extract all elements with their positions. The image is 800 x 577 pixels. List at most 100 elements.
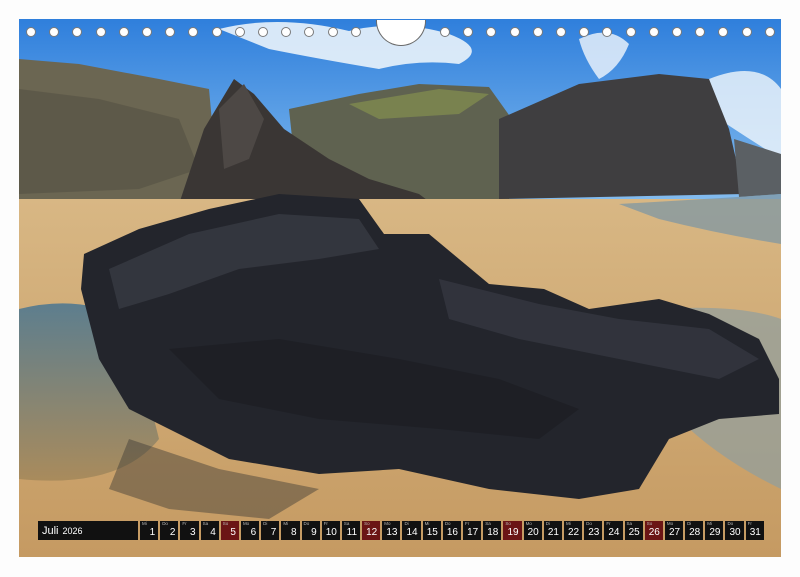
day-number: 20 xyxy=(527,527,539,538)
binding-hole xyxy=(486,27,497,37)
binding-hole xyxy=(304,27,315,37)
calendar-day: Mo 27 xyxy=(664,521,684,540)
calendar-day: Di 14 xyxy=(402,521,421,540)
calendar-day: Do 2 xyxy=(160,521,179,540)
binding-hole xyxy=(764,27,775,37)
day-number: 25 xyxy=(628,527,640,538)
day-number: 3 xyxy=(190,527,196,538)
binding-hole xyxy=(258,27,268,37)
calendar-day: Mo 6 xyxy=(240,521,260,540)
calendar-day: Mi 1 xyxy=(140,521,159,540)
weekday-label: Do xyxy=(303,521,310,526)
binding-hole xyxy=(142,27,152,37)
day-number: 11 xyxy=(346,527,358,538)
day-number: 7 xyxy=(270,527,277,538)
binding-hole xyxy=(165,27,176,37)
day-number: 26 xyxy=(648,527,660,538)
calendar-day: Mi 8 xyxy=(281,521,300,540)
calendar-day: Mi 29 xyxy=(705,521,724,540)
year: 2026 xyxy=(62,525,83,536)
binding-hole xyxy=(625,27,636,37)
binding-hole xyxy=(26,27,36,37)
binding-hole xyxy=(440,27,450,37)
calendar-day: Fr 31 xyxy=(745,521,764,540)
binding-hole xyxy=(211,27,222,37)
month-calendar-strip: Juli 2026 Mi 1 Do 2 Fr 3 Sa 4 So 5 Mo 6 Di 7 Mi 8 Do 9 Fr 1… xyxy=(38,521,764,540)
day-number: 30 xyxy=(729,527,741,538)
day-number: 16 xyxy=(446,527,458,538)
calendar-day: Fr 17 xyxy=(463,521,482,540)
calendar-day: Di 28 xyxy=(685,521,704,540)
binding-hole xyxy=(741,27,752,37)
calendar-day: Do 9 xyxy=(301,521,320,540)
day-number: 2 xyxy=(169,527,176,538)
day-number: 24 xyxy=(608,527,620,538)
binding-hole xyxy=(509,27,520,37)
day-number: 23 xyxy=(588,527,600,538)
weekday-label: Mi xyxy=(142,521,147,526)
calendar-day: Mi 15 xyxy=(422,521,441,540)
month-name: Juli xyxy=(42,524,59,537)
day-number: 13 xyxy=(386,527,398,538)
binding-hole xyxy=(95,27,106,37)
day-number: 12 xyxy=(366,527,378,538)
calendar-day: So 12 xyxy=(362,521,381,540)
binding-hole xyxy=(532,27,543,37)
weekday-label: So xyxy=(222,521,229,526)
binding-hole xyxy=(118,27,129,37)
binding-hole xyxy=(188,27,199,37)
day-number: 6 xyxy=(250,527,257,538)
calendar-day: So 19 xyxy=(503,521,522,540)
calendar-day: Mo 13 xyxy=(382,521,401,540)
day-number: 21 xyxy=(547,527,559,538)
calendar-day: Do 23 xyxy=(584,521,603,540)
day-number: 27 xyxy=(668,527,681,538)
weekday-label: Mo xyxy=(242,521,250,526)
day-number: 14 xyxy=(406,527,418,538)
photo-illustration xyxy=(19,19,781,557)
binding-hole xyxy=(49,27,60,37)
binding-hole xyxy=(463,27,474,37)
calendar-day: So 26 xyxy=(644,521,663,540)
calendar-day: Sa 18 xyxy=(483,521,502,540)
day-number: 4 xyxy=(210,527,216,538)
binding-hole xyxy=(72,27,83,37)
day-number: 19 xyxy=(507,527,519,538)
day-number: 29 xyxy=(709,527,721,538)
calendar-day: Sa 25 xyxy=(624,521,643,540)
day-number: 22 xyxy=(568,527,580,538)
day-number: 1 xyxy=(149,527,156,538)
calendar-day: Fr 3 xyxy=(180,521,199,540)
binding-hole xyxy=(556,27,566,37)
weekday-label: Sa xyxy=(202,521,209,526)
calendar-day: Fr 10 xyxy=(321,521,340,540)
binding-hole xyxy=(695,27,706,37)
binding-hole xyxy=(602,27,613,37)
day-number: 18 xyxy=(487,527,499,538)
day-number: 15 xyxy=(426,527,438,538)
calendar-page: Juli 2026 Mi 1 Do 2 Fr 3 Sa 4 So 5 Mo 6 Di 7 Mi 8 Do 9 Fr 1… xyxy=(0,0,800,577)
binding-hole xyxy=(350,27,361,37)
calendar-day: Sa 4 xyxy=(200,521,219,540)
weekday-label: Di xyxy=(263,521,268,526)
binding-hole xyxy=(234,27,245,37)
day-number: 5 xyxy=(230,527,236,538)
calendar-day: Sa 11 xyxy=(341,521,361,540)
calendar-day: Do 30 xyxy=(725,521,744,540)
weekday-label: Do xyxy=(162,521,168,526)
calendar-day: Di 21 xyxy=(543,521,562,540)
binding-hole xyxy=(648,27,659,37)
day-number: 9 xyxy=(311,527,317,538)
calendar-day: Mo 20 xyxy=(523,521,542,540)
day-number: 31 xyxy=(749,527,761,538)
calendar-day: Fr 24 xyxy=(604,521,623,540)
day-number: 10 xyxy=(325,527,337,538)
binding-hole xyxy=(718,27,729,37)
binding-hole xyxy=(579,27,590,37)
beach-rock-photo xyxy=(19,19,781,557)
calendar-day: Do 16 xyxy=(442,521,461,540)
calendar-day: So 5 xyxy=(220,521,239,540)
binding-hole xyxy=(672,27,682,37)
day-number: 8 xyxy=(290,527,297,538)
day-number: 28 xyxy=(689,527,701,538)
